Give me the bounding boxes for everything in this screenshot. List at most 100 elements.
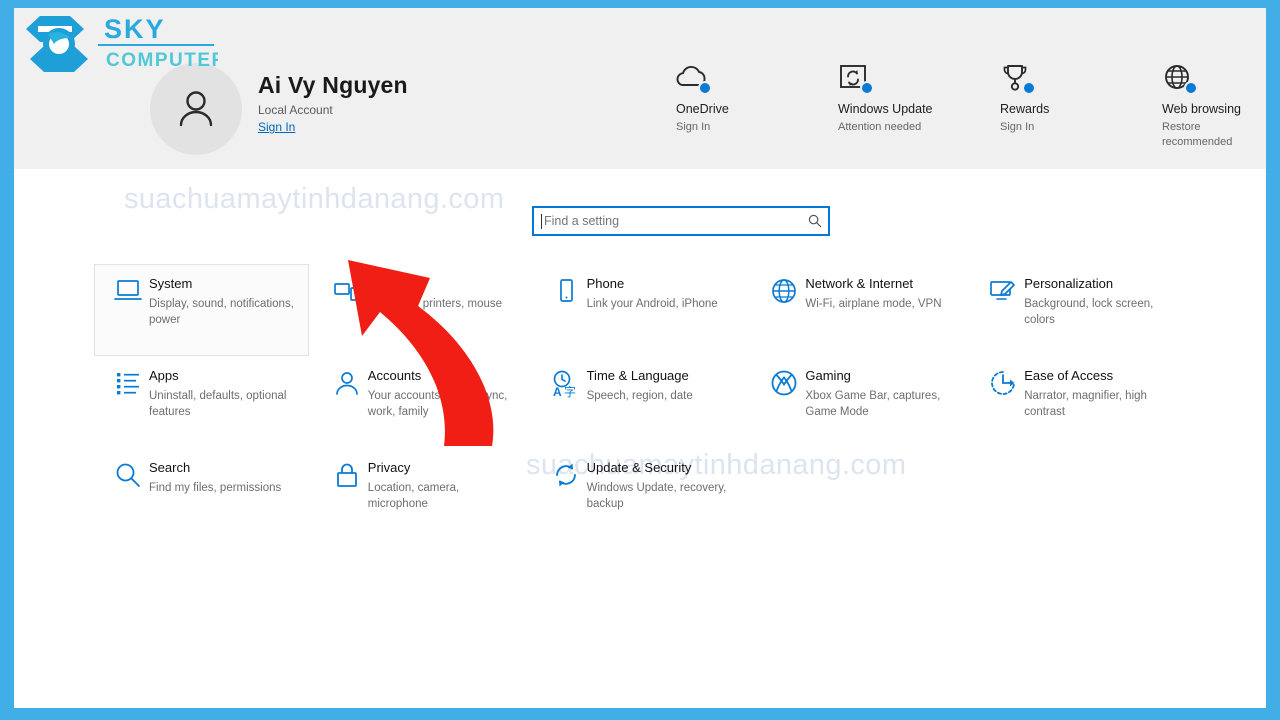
settings-tile-apps[interactable]: Apps Uninstall, defaults, optional featu… [94,356,309,448]
status-tile-title: Web browsing [1162,102,1241,116]
settings-tile-title: Devices [367,276,415,291]
devices-icon [326,275,368,304]
settings-tile-subtitle: Your accounts, email, sync, work, family [367,389,508,418]
personalization-icon [982,275,1024,304]
settings-tile-subtitle: Display, sound, notifications, power [149,297,294,326]
system-monitor-icon [107,275,149,304]
gaming-xbox-icon [763,367,805,396]
svg-text:A: A [553,385,562,398]
settings-tile-subtitle: Narrator, magnifier, high contrast [1024,389,1147,418]
ease-of-access-icon [982,367,1024,396]
settings-tile-subtitle: Location, camera, microphone [367,481,460,510]
privacy-lock-icon [326,459,368,488]
search-input[interactable]: Find a setting [542,214,802,228]
account-signin-link[interactable]: Sign In [258,120,295,134]
settings-tile-text: Personalization Background, lock screen,… [1024,275,1175,328]
account-name: Ai Vy Nguyen [258,72,408,98]
account-info: Ai Vy Nguyen Local Account Sign In [258,63,408,136]
status-badge-dot [860,81,874,95]
account-header: Ai Vy Nguyen Local Account Sign In OneDr… [14,8,1266,169]
status-tile-web-browsing[interactable]: Web browsing Restore recommended [1160,60,1266,150]
settings-tile-update-security[interactable]: Update & Security Windows Update, recove… [532,448,747,540]
settings-tile-subtitle: Xbox Game Bar, captures, Game Mode [805,389,941,418]
web-browsing-globe-icon [1162,60,1206,96]
status-tile-subtitle: Restore recommended [1162,121,1233,148]
account-block[interactable]: Ai Vy Nguyen Local Account Sign In [150,63,408,155]
settings-tile-title: System [149,276,193,291]
settings-tile-text: System Display, sound, notifications, po… [149,275,300,328]
settings-tile-phone[interactable]: Phone Link your Android, iPhone [532,264,747,356]
settings-tile-text: Accounts Your accounts, email, sync, wor… [368,367,519,420]
settings-tile-subtitle: Windows Update, recovery, backup [586,481,727,510]
settings-tile-title: Privacy [367,460,411,475]
search-icon[interactable] [802,214,828,228]
watermark-text: suachuamaytinhdanang.com [124,183,505,215]
settings-tile-subtitle: Speech, region, date [586,389,693,402]
settings-tile-subtitle: Wi-Fi, airplane mode, VPN [805,297,942,310]
account-type: Local Account [258,103,333,118]
settings-tile-text: Privacy Location, camera, microphone [368,459,519,512]
rewards-trophy-icon [1000,60,1044,96]
settings-tile-title: Phone [586,276,625,291]
settings-tile-title: Accounts [367,368,422,383]
settings-body: suachuamaytinhdanang.com Find a setting [14,169,1266,708]
settings-tile-subtitle: Bluetooth, printers, mouse [367,297,503,310]
update-security-icon [545,459,587,488]
onedrive-cloud-icon [676,60,720,96]
settings-tile-network-internet[interactable]: Network & Internet Wi-Fi, airplane mode,… [750,264,965,356]
settings-tile-devices[interactable]: Devices Bluetooth, printers, mouse [313,264,528,356]
time-language-icon: A 字 [545,367,587,398]
status-tile-onedrive[interactable]: OneDrive Sign In [674,60,836,150]
settings-tile-title: Personalization [1024,276,1114,291]
status-tile-subtitle: Sign In [676,121,711,133]
settings-tile-text: Ease of Access Narrator, magnifier, high… [1024,367,1175,420]
settings-tile-system[interactable]: System Display, sound, notifications, po… [94,264,309,356]
search-box[interactable]: Find a setting [532,206,830,236]
status-badge-dot [1022,81,1036,95]
status-tile-title: OneDrive [676,102,729,116]
blue-border-frame: Settings Ai Vy Nguyen Local Account [0,0,1280,720]
settings-tile-gaming[interactable]: Gaming Xbox Game Bar, captures, Game Mod… [750,356,965,448]
settings-tile-title: Network & Internet [805,276,914,291]
settings-tile-accounts[interactable]: Accounts Your accounts, email, sync, wor… [313,356,528,448]
settings-tile-title: Search [149,460,191,475]
settings-tile-text: Gaming Xbox Game Bar, captures, Game Mod… [805,367,956,420]
status-tile-subtitle: Sign In [1000,121,1035,133]
status-tile-windows-update[interactable]: Windows Update Attention needed [836,60,998,150]
settings-tile-title: Time & Language [586,368,689,383]
status-tile-rewards[interactable]: Rewards Sign In [998,60,1160,150]
settings-tile-text: Time & Language Speech, region, date [587,367,693,404]
status-tile-title: Rewards [1000,102,1050,116]
settings-tile-subtitle: Link your Android, iPhone [586,297,718,310]
settings-tile-ease-of-access[interactable]: Ease of Access Narrator, magnifier, high… [969,356,1184,448]
settings-tile-title: Apps [149,368,179,383]
settings-tile-text: Apps Uninstall, defaults, optional featu… [149,367,300,420]
settings-tile-text: Update & Security Windows Update, recove… [587,459,738,512]
status-tile-title: Windows Update [838,102,933,116]
settings-tile-subtitle: Uninstall, defaults, optional features [149,389,287,418]
phone-icon [545,275,587,304]
settings-tile-text: Network & Internet Wi-Fi, airplane mode,… [805,275,941,312]
person-icon [179,91,213,127]
settings-tile-subtitle: Find my files, permissions [149,481,282,494]
status-badge-dot [698,81,712,95]
apps-list-icon [107,367,149,396]
status-badge-dot [1184,81,1198,95]
accounts-person-icon [326,367,368,396]
settings-tile-title: Gaming [805,368,851,383]
settings-tile-privacy[interactable]: Privacy Location, camera, microphone [313,448,528,540]
settings-tile-text: Devices Bluetooth, printers, mouse [368,275,502,312]
settings-tile-time-language[interactable]: A 字 Time & Language Speech, region, date [532,356,747,448]
settings-grid: System Display, sound, notifications, po… [94,264,1184,540]
settings-tile-search[interactable]: Search Find my files, permissions [94,448,309,540]
settings-window: Settings Ai Vy Nguyen Local Account [14,8,1266,708]
avatar[interactable] [150,63,242,155]
network-globe-icon [763,275,805,304]
windows-update-icon [838,60,882,96]
settings-tile-subtitle: Background, lock screen, colors [1024,297,1154,326]
settings-tile-text: Phone Link your Android, iPhone [587,275,718,312]
svg-text:字: 字 [564,384,576,398]
settings-tile-title: Update & Security [586,460,692,475]
settings-tile-personalization[interactable]: Personalization Background, lock screen,… [969,264,1184,356]
settings-tile-title: Ease of Access [1024,368,1114,383]
